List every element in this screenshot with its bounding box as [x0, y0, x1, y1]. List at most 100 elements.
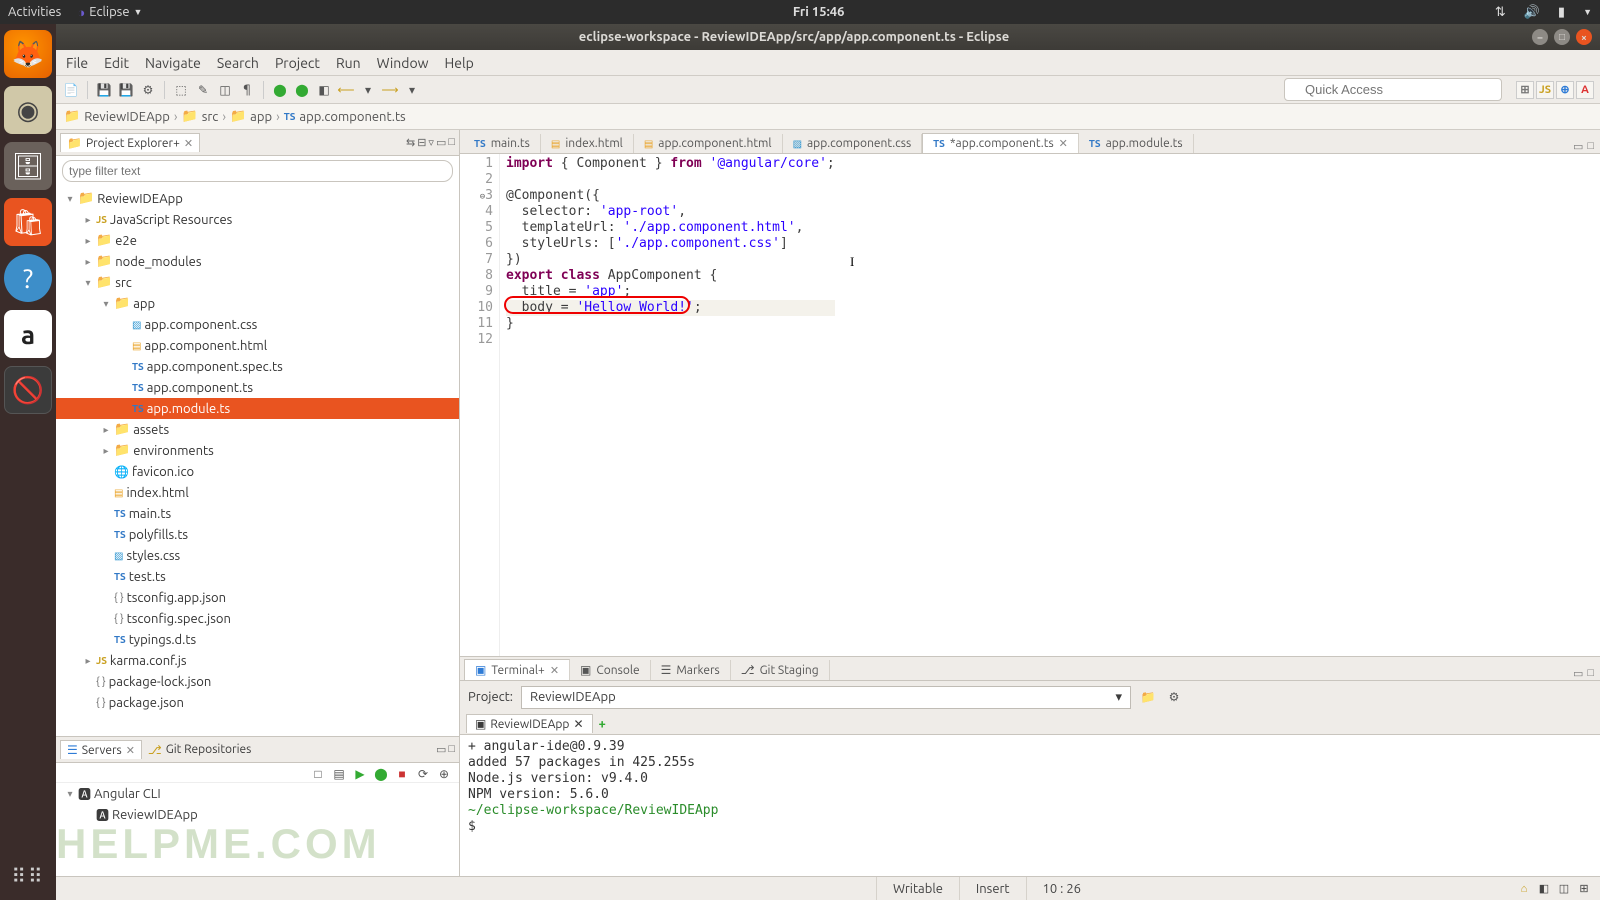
- maximize-view-icon[interactable]: □: [1587, 667, 1594, 680]
- tree-twistie-icon[interactable]: ▸: [83, 214, 93, 226]
- tree-item[interactable]: ▾📁app: [56, 293, 459, 314]
- breadcrumb-item[interactable]: src: [202, 110, 219, 124]
- maximize-view-icon[interactable]: □: [1587, 140, 1594, 153]
- app-menu[interactable]: ◑ Eclipse ▼: [77, 5, 142, 20]
- tree-item[interactable]: TStypings.d.ts: [56, 629, 459, 650]
- breadcrumb-item[interactable]: ReviewIDEApp: [84, 110, 170, 124]
- toggle-icon[interactable]: ⬚: [172, 81, 190, 99]
- highlight-icon[interactable]: ✎: [194, 81, 212, 99]
- tree-item[interactable]: ▸JSkarma.conf.js: [56, 650, 459, 671]
- firefox-icon[interactable]: 🦊: [4, 30, 52, 78]
- maximize-button[interactable]: □: [1554, 29, 1570, 45]
- servers-tree[interactable]: ▾🅰Angular CLI🅰ReviewIDEApp: [56, 783, 459, 876]
- amazon-icon[interactable]: a: [4, 310, 52, 358]
- open-folder-icon[interactable]: 📁: [1139, 688, 1157, 706]
- servers-tab[interactable]: ☰ Servers ✕: [60, 740, 142, 759]
- maximize-view-icon[interactable]: □: [448, 743, 455, 756]
- tree-twistie-icon[interactable]: ▾: [101, 298, 111, 310]
- menu-search[interactable]: Search: [217, 55, 259, 71]
- srv-ic1[interactable]: □: [309, 765, 327, 783]
- markers-tab[interactable]: ☰Markers: [651, 660, 731, 680]
- show-apps-icon[interactable]: ⠿⠿: [11, 864, 44, 888]
- tree-item[interactable]: ▾📁src: [56, 272, 459, 293]
- editor-tab[interactable]: TS*app.component.ts✕: [922, 133, 1079, 153]
- tree-item[interactable]: ▾🅰Angular CLI: [56, 783, 459, 804]
- tree-item[interactable]: ▨app.component.css: [56, 314, 459, 335]
- editor-tab[interactable]: ▤app.component.html: [634, 134, 783, 153]
- minimize-view-icon[interactable]: ▭: [436, 136, 446, 149]
- save-all-icon[interactable]: 💾: [117, 81, 135, 99]
- tree-item[interactable]: { }package-lock.json: [56, 671, 459, 692]
- sb-home-icon[interactable]: ⌂: [1516, 881, 1532, 897]
- mark-icon[interactable]: ◫: [216, 81, 234, 99]
- terminal-output[interactable]: + angular-ide@0.9.39added 57 packages in…: [460, 735, 1600, 876]
- tree-twistie-icon[interactable]: ▾: [65, 788, 75, 800]
- settings-icon[interactable]: ⚙: [1165, 688, 1183, 706]
- menu-help[interactable]: Help: [445, 55, 474, 71]
- collapse-icon[interactable]: ⊟: [417, 136, 426, 149]
- code-area[interactable]: I import { Component } from '@angular/co…: [500, 154, 835, 656]
- menu-project[interactable]: Project: [275, 55, 320, 71]
- sb-ic2[interactable]: ◧: [1536, 881, 1552, 897]
- link-editor-icon[interactable]: ⇆: [406, 136, 415, 149]
- battery-icon[interactable]: ▮: [1558, 5, 1565, 20]
- menu-window[interactable]: Window: [377, 55, 429, 71]
- git-staging-tab[interactable]: ⎇Git Staging: [731, 660, 830, 680]
- code-editor[interactable]: 12⊖3456789101112 I import { Component } …: [460, 154, 1600, 656]
- activities-button[interactable]: Activities: [8, 5, 61, 19]
- tree-item[interactable]: TSpolyfills.ts: [56, 524, 459, 545]
- sb-ic4[interactable]: ⊞: [1576, 881, 1592, 897]
- tree-twistie-icon[interactable]: ▸: [83, 655, 93, 667]
- titlebar[interactable]: eclipse-workspace - ReviewIDEApp/src/app…: [56, 24, 1600, 50]
- tree-item[interactable]: ▤app.component.html: [56, 335, 459, 356]
- srv-ic2[interactable]: ▤: [330, 765, 348, 783]
- console-tab[interactable]: ▣Console: [570, 660, 651, 680]
- project-explorer-tab[interactable]: 📁 Project Explorer+ ✕: [60, 133, 200, 152]
- para-icon[interactable]: ¶: [238, 81, 256, 99]
- close-icon[interactable]: ✕: [550, 664, 559, 677]
- minimize-view-icon[interactable]: ▭: [436, 743, 446, 756]
- editor-tab[interactable]: TSmain.ts: [464, 134, 541, 153]
- menu-navigate[interactable]: Navigate: [145, 55, 201, 71]
- sb-ic3[interactable]: ◫: [1556, 881, 1572, 897]
- close-button[interactable]: ×: [1576, 29, 1592, 45]
- tree-item[interactable]: ▸JSJavaScript Resources: [56, 209, 459, 230]
- quick-access-input[interactable]: [1284, 78, 1502, 101]
- software-icon[interactable]: 🛍: [4, 198, 52, 246]
- terminal-inner-tab[interactable]: ▣ReviewIDEApp✕: [466, 714, 593, 733]
- tree-item[interactable]: { }tsconfig.app.json: [56, 587, 459, 608]
- debug-icon[interactable]: ⬤: [293, 81, 311, 99]
- menu-edit[interactable]: Edit: [104, 55, 129, 71]
- tree-twistie-icon[interactable]: ▸: [101, 424, 111, 436]
- tree-item[interactable]: ▸📁assets: [56, 419, 459, 440]
- minimize-button[interactable]: –: [1532, 29, 1548, 45]
- editor-tab[interactable]: ▨app.component.css: [783, 134, 923, 153]
- tree-item[interactable]: ▸📁environments: [56, 440, 459, 461]
- srv-debug-icon[interactable]: ⬤: [372, 765, 390, 783]
- srv-ic3[interactable]: ⟳: [414, 765, 432, 783]
- view-menu-icon[interactable]: ▿: [428, 136, 434, 149]
- perspective-button[interactable]: JS: [1536, 81, 1554, 99]
- project-tree[interactable]: ▾📁ReviewIDEApp▸JSJavaScript Resources▸📁e…: [56, 186, 459, 736]
- tree-item[interactable]: { }tsconfig.spec.json: [56, 608, 459, 629]
- srv-ic4[interactable]: ⊕: [435, 765, 453, 783]
- files-icon[interactable]: 🗄: [4, 142, 52, 190]
- stop-icon[interactable]: ◧: [315, 81, 333, 99]
- tree-twistie-icon[interactable]: ▾: [65, 193, 75, 205]
- new-terminal-icon[interactable]: +: [593, 717, 606, 731]
- save-icon[interactable]: 💾: [95, 81, 113, 99]
- tree-item[interactable]: TSmain.ts: [56, 503, 459, 524]
- run-icon[interactable]: ⬤: [271, 81, 289, 99]
- srv-start-icon[interactable]: ▶: [351, 765, 369, 783]
- tree-item[interactable]: ▤index.html: [56, 482, 459, 503]
- breadcrumb-item[interactable]: app.component.ts: [299, 110, 405, 124]
- tree-twistie-icon[interactable]: ▸: [83, 235, 93, 247]
- blocked-icon[interactable]: 🚫: [4, 366, 52, 414]
- git-repos-tab[interactable]: ⎇ Git Repositories: [142, 741, 257, 759]
- editor-tab[interactable]: TSapp.module.ts: [1079, 134, 1194, 153]
- build-icon[interactable]: ⚙: [139, 81, 157, 99]
- srv-stop-icon[interactable]: ■: [393, 765, 411, 783]
- fwd-drop-icon[interactable]: ▾: [403, 81, 421, 99]
- close-icon[interactable]: ✕: [1059, 137, 1068, 150]
- tree-twistie-icon[interactable]: ▸: [101, 445, 111, 457]
